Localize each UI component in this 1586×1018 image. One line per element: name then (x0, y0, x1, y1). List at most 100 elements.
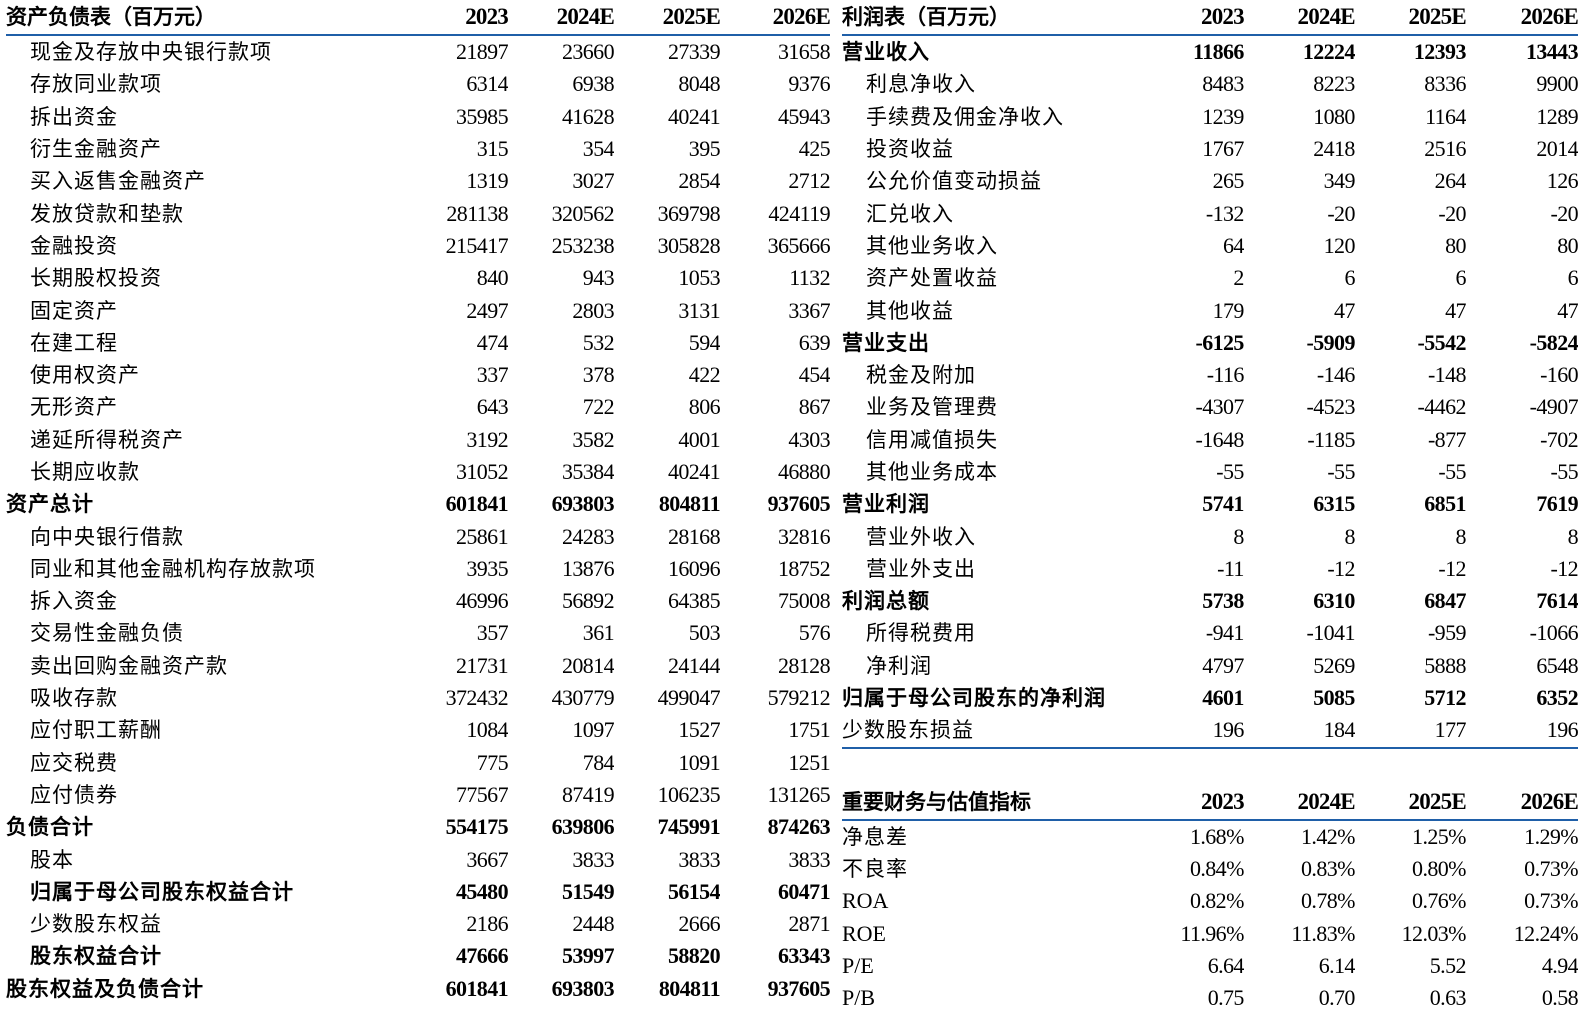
row-value: 184 (1243, 714, 1355, 749)
row-value: 8483 (1202, 71, 1244, 97)
row-value: 9376 (788, 71, 830, 97)
row-value: 28128 (777, 652, 830, 678)
balance-sheet-body: 现金及存放中央银行款项 21897 23660 27339 31658 存放同业款项 631… (6, 35, 830, 1005)
row-value: 594 (688, 329, 720, 355)
row-label: 净息差 (842, 824, 908, 849)
row-value: 425 (798, 136, 830, 162)
row-value: 6 (1344, 265, 1355, 291)
row-value: 4.94 (1541, 952, 1578, 978)
row-value: 643 (476, 394, 508, 420)
row-value: 2666 (678, 911, 720, 937)
row-value: 369798 (657, 200, 720, 226)
row-value: 75008 (777, 588, 830, 614)
row-value: 4797 (1202, 652, 1244, 678)
row-value: 0.75 (1207, 985, 1244, 1011)
year-header: 2024E (508, 0, 614, 36)
row-value: 281138 (446, 200, 508, 226)
row-value: 867 (798, 394, 830, 420)
row-value: 31658 (777, 39, 830, 65)
row-value: 64 (1223, 232, 1244, 258)
row-label: 汇兑收入 (866, 201, 954, 226)
income-row: 营业外支出 -11 -12 -12 -12 (842, 553, 1578, 585)
income-row: 其他收益 179 47 47 47 (842, 294, 1578, 326)
row-value: 28168 (667, 523, 720, 549)
row-value: 60471 (777, 878, 830, 904)
row-label: 营业利润 (842, 491, 930, 517)
row-label: 吸收存款 (30, 686, 118, 711)
year-header: 2026E (1465, 784, 1578, 821)
row-value: -20 (1438, 200, 1466, 226)
row-value: -20 (1327, 200, 1355, 226)
balance-row: 同业和其他金融机构存放款项 3935 13876 16096 18752 (6, 553, 830, 585)
row-value: 35384 (561, 459, 614, 484)
row-value: 131265 (767, 781, 830, 807)
income-row: 手续费及佣金净收入 1239 1080 1164 1289 (842, 101, 1578, 133)
row-value: 0.63 (1429, 985, 1466, 1011)
row-value: 47 (1445, 297, 1466, 323)
row-value: 0.82% (1189, 888, 1244, 914)
row-value: 53997 (561, 943, 614, 969)
year-header: 2024E (1243, 784, 1355, 821)
row-value: -1066 (1529, 620, 1578, 646)
row-label: 现金及存放中央银行款项 (30, 40, 272, 65)
row-value: -55 (1216, 459, 1244, 484)
row-label: 长期股权投资 (30, 266, 162, 291)
row-label: 发放贷款和垫款 (30, 201, 184, 226)
balance-row: 股东权益合计 47666 53997 58820 63343 (6, 940, 830, 972)
balance-row: 买入返售金融资产 1319 3027 2854 2712 (6, 165, 830, 197)
row-value: 5085 (1313, 685, 1355, 711)
year-header: 2025E (1354, 784, 1466, 821)
row-value: 806 (688, 394, 720, 420)
row-value: -12 (1327, 555, 1355, 581)
row-value: 196 (1138, 714, 1244, 749)
row-value: 2 (1233, 265, 1244, 291)
row-value: 265 (1212, 168, 1244, 194)
metric-row: 不良率 0.84% 0.83% 0.80% 0.73% (842, 853, 1578, 885)
row-value: -1648 (1195, 426, 1244, 452)
row-value: -146 (1316, 362, 1355, 388)
income-row: 其他业务成本 -55 -55 -55 -55 (842, 456, 1578, 488)
balance-row: 拆出资金 35985 41628 40241 45943 (6, 101, 830, 133)
row-value: 1084 (466, 717, 508, 743)
row-value: 196 (1465, 714, 1578, 749)
income-row: 业务及管理费 -4307 -4523 -4462 -4907 (842, 391, 1578, 423)
row-value: 6315 (1313, 491, 1355, 517)
row-value: 8223 (1313, 71, 1355, 97)
row-value: 3833 (678, 846, 720, 872)
row-label: 其他收益 (866, 298, 954, 323)
row-label: 股东权益合计 (30, 943, 162, 969)
balance-row: 归属于母公司股东权益合计 45480 51549 56154 60471 (6, 876, 830, 908)
balance-row: 负债合计 554175 639806 745991 874263 (6, 811, 830, 843)
balance-row: 存放同业款项 6314 6938 8048 9376 (6, 68, 830, 100)
row-value: 1080 (1313, 103, 1355, 129)
row-label: 少数股东权益 (30, 912, 162, 937)
balance-row: 递延所得税资产 3192 3582 4001 4303 (6, 424, 830, 456)
row-value: -11 (1217, 555, 1244, 581)
row-label: 其他业务收入 (866, 233, 998, 258)
row-value: 18752 (777, 555, 830, 581)
balance-row: 无形资产 643 722 806 867 (6, 391, 830, 423)
metric-row: P/B 0.75 0.70 0.63 0.58 (842, 982, 1578, 1014)
row-label: 金融投资 (30, 233, 118, 258)
row-value: 8 (1567, 523, 1578, 549)
row-label: 利润总额 (842, 588, 930, 614)
row-label: 公允价值变动损益 (866, 169, 1042, 194)
row-value: 693803 (551, 975, 614, 1001)
row-value: 25861 (455, 523, 508, 549)
income-row: 营业收入 11866 12224 12393 13443 (842, 35, 1578, 68)
row-value: 106235 (657, 781, 720, 807)
balance-row: 资产总计 601841 693803 804811 937605 (6, 488, 830, 520)
row-label: 递延所得税资产 (30, 427, 184, 452)
row-value: 395 (688, 136, 720, 162)
row-value: 3935 (466, 555, 508, 581)
row-label: 所得税费用 (866, 621, 976, 646)
row-value: -1185 (1307, 426, 1355, 452)
row-value: 45943 (777, 103, 830, 129)
row-value: 874263 (767, 814, 830, 840)
row-value: 0.73% (1524, 888, 1578, 914)
row-value: 45480 (455, 878, 508, 904)
row-value: 315 (476, 136, 508, 162)
row-value: 0.78% (1301, 888, 1355, 914)
balance-sheet-panel: 资产负债表（百万元） 2023 2024E 2025E 2026E 现金及存放中… (6, 0, 830, 1005)
